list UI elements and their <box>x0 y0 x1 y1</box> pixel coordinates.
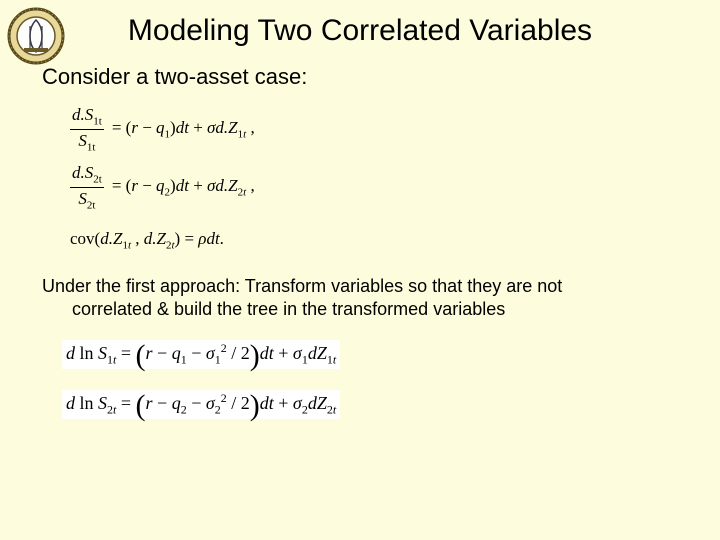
equation-5-log-s2: d ln S2t = (r − q2 − σ22 / 2)dt + σ2dZ2t <box>62 390 340 419</box>
subtitle-text: Consider a two-asset case: <box>42 64 307 90</box>
equation-2: d.S2t S2t = (r − q2)dt + σd.Z2t , <box>70 162 255 212</box>
approach-line-1: Under the first approach: Transform vari… <box>42 276 562 296</box>
equation-3-covariance: cov(d.Z1t , d.Z2t) = ρdt. <box>70 228 224 253</box>
eq1-numerator: d.S1t <box>70 104 104 130</box>
slide: Modeling Two Correlated Variables Consid… <box>0 0 720 540</box>
eq1-denominator: S1t <box>70 130 104 155</box>
equation-1: d.S1t S1t = (r − q1)dt + σd.Z1t , <box>70 104 255 154</box>
slide-title: Modeling Two Correlated Variables <box>0 14 720 48</box>
equation-4-log-s1: d ln S1t = (r − q1 − σ12 / 2)dt + σ1dZ1t <box>62 340 340 369</box>
eq2-numerator: d.S2t <box>70 162 104 188</box>
eq2-rhs: = (r − q2)dt + σd.Z2t , <box>112 175 255 200</box>
eq1-rhs: = (r − q1)dt + σd.Z1t , <box>112 117 255 142</box>
approach-text: Under the first approach: Transform vari… <box>42 275 678 320</box>
eq2-denominator: S2t <box>70 188 104 213</box>
approach-line-2: correlated & build the tree in the trans… <box>72 298 678 321</box>
